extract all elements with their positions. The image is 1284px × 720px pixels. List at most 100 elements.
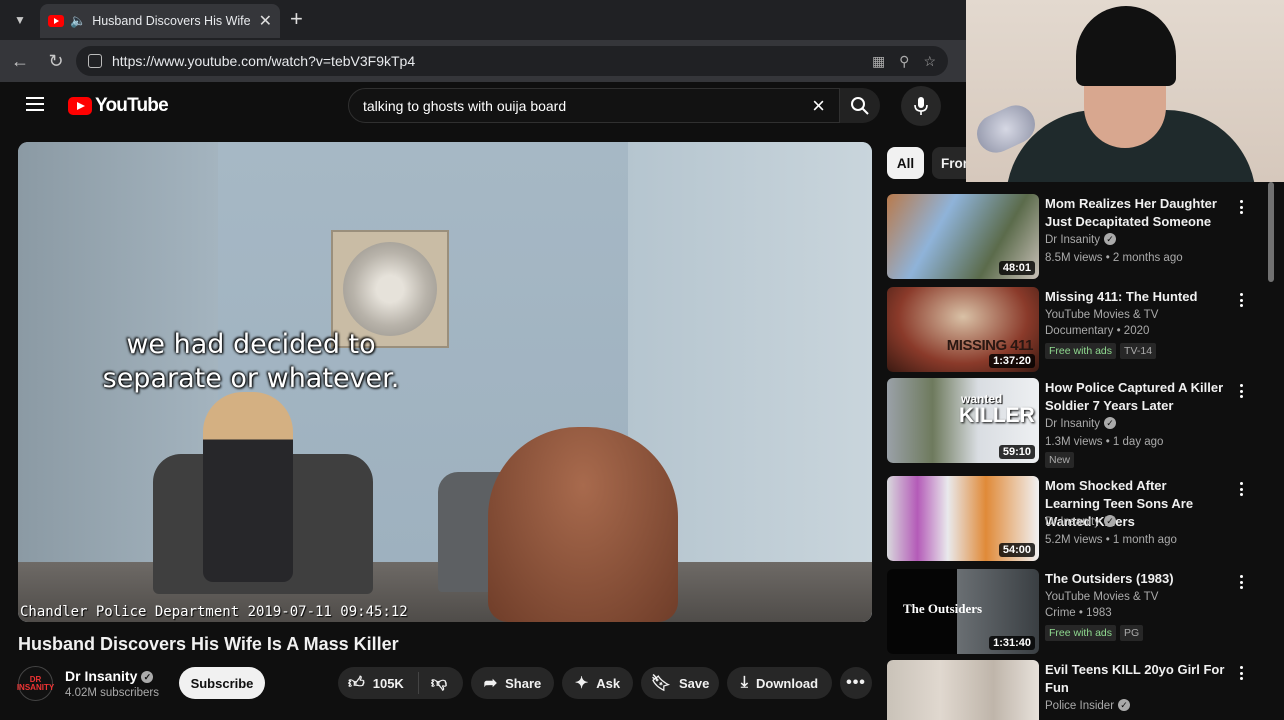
voice-search-button[interactable] (901, 86, 941, 126)
new-tab-plus-icon[interactable]: + (290, 8, 303, 30)
caption-line-1: we had decided to (126, 329, 376, 360)
recommendation-title[interactable]: Missing 411: The Hunted (1045, 288, 1225, 306)
speaker-audio-icon[interactable]: 🔈 (70, 13, 86, 29)
clear-search-icon[interactable]: × (812, 93, 825, 119)
url-text[interactable]: https://www.youtube.com/watch?v=tebV3F9k… (112, 53, 872, 69)
recommendation-channel[interactable]: Dr Insanity ✓ (1045, 231, 1245, 249)
recommendation-title[interactable]: Evil Teens KILL 20yo Girl For Fun (1045, 661, 1225, 697)
hamburger-menu-icon[interactable] (26, 97, 44, 111)
recommendation-item[interactable]: Evil Teens KILL 20yo Girl For Fun Police… (887, 660, 1267, 720)
tab-search-chevron-icon[interactable]: ▼ (8, 8, 32, 32)
bookmark-icon: 🔖︎ (650, 675, 671, 692)
recommendation-channel[interactable]: Dr Insanity ✓ (1045, 513, 1245, 531)
channel-name[interactable]: Dr Insanity ✓ (65, 668, 154, 684)
back-arrow-icon[interactable]: ← (8, 49, 32, 73)
recommendation-badges: Free with ads PG (1045, 624, 1245, 642)
recommendation-meta: 1.3M views • 1 day ago (1045, 436, 1164, 448)
thumbs-up-icon: 👍︎ (348, 674, 365, 692)
more-vertical-icon[interactable] (1233, 382, 1249, 400)
more-vertical-icon[interactable] (1233, 480, 1249, 498)
recommendation-title[interactable]: The Outsiders (1983) (1045, 570, 1225, 588)
download-icon: ⤓ (740, 674, 748, 691)
save-button[interactable]: 🔖︎ Save (641, 667, 719, 699)
microphone-icon (914, 97, 928, 115)
site-info-icon[interactable] (88, 54, 102, 68)
free-with-ads-badge: Free with ads (1045, 625, 1117, 641)
more-vertical-icon[interactable] (1233, 291, 1249, 309)
verified-check-icon: ✓ (1103, 515, 1116, 527)
video-duration: 1:31:40 (989, 636, 1035, 650)
reload-icon[interactable]: ↻ (44, 49, 68, 73)
video-duration: 48:01 (998, 261, 1035, 275)
recommendation-title[interactable]: How Police Captured A Killer Soldier 7 Y… (1045, 379, 1225, 415)
video-thumbnail[interactable]: The Outsiders 1:31:40 (887, 569, 1039, 654)
tab-close-icon[interactable]: ✕ (259, 11, 272, 31)
video-thumbnail[interactable]: wanted KILLER 59:10 (887, 378, 1039, 463)
video-thumbnail[interactable]: 54:00 (887, 476, 1039, 561)
recommendation-item[interactable]: 54:00 Mom Shocked After Learning Teen So… (887, 476, 1267, 562)
channel-name-text[interactable]: Dr Insanity (65, 668, 137, 684)
youtube-logo-text: YouTube (95, 95, 169, 116)
more-vertical-icon[interactable] (1233, 573, 1249, 591)
recommendation-item[interactable]: MISSING 411 1:37:20 Missing 411: The Hun… (887, 287, 1267, 373)
recommendation-meta: 8.5M views • 2 months ago (1045, 252, 1183, 264)
chip-all[interactable]: All (887, 147, 924, 179)
more-vertical-icon[interactable] (1233, 664, 1249, 682)
browser-tab-active[interactable]: 🔈 Husband Discovers His Wife Is ✕ (40, 4, 280, 38)
video-scene-woman (203, 392, 293, 582)
video-thumbnail[interactable]: 48:01 (887, 194, 1039, 279)
video-player[interactable]: we had decided to separate or whatever. … (18, 142, 872, 622)
thumbnail-text: The Outsiders (903, 601, 983, 616)
rating-badge: PG (1120, 625, 1144, 641)
bodycam-timestamp: Chandler Police Department 2019-07-11 09… (20, 604, 408, 620)
subscribe-button[interactable]: Subscribe (179, 667, 265, 699)
verified-check-icon: ✓ (1103, 417, 1116, 429)
recommendation-title[interactable]: Mom Realizes Her Daughter Just Decapitat… (1045, 195, 1225, 231)
channel-name-text[interactable]: Police Insider (1045, 700, 1114, 712)
webcam-overlay (966, 0, 1284, 182)
video-thumbnail[interactable] (887, 660, 1039, 720)
recommendation-badges: Free with ads TV-14 (1045, 342, 1245, 360)
address-bar[interactable]: https://www.youtube.com/watch?v=tebV3F9k… (76, 46, 948, 76)
free-with-ads-badge: Free with ads (1045, 343, 1117, 359)
download-button[interactable]: ⤓ Download (727, 667, 832, 699)
recommendation-channel[interactable]: Dr Insanity ✓ (1045, 415, 1245, 433)
verified-check-icon: ✓ (141, 671, 154, 683)
zoom-icon[interactable]: ⚲ (899, 53, 909, 70)
share-label: Share (505, 675, 542, 691)
search-query-text[interactable]: talking to ghosts with ouija board (363, 98, 812, 114)
search-button[interactable] (840, 88, 880, 123)
video-thumbnail[interactable]: MISSING 411 1:37:20 (887, 287, 1039, 372)
more-vertical-icon[interactable] (1233, 198, 1249, 216)
sidebar-scrollbar[interactable] (1268, 182, 1274, 282)
recommendation-channel[interactable]: Police Insider ✓ (1045, 697, 1245, 715)
like-button[interactable]: 👍︎ 105K (348, 674, 404, 693)
thumbs-down-icon[interactable]: 👎︎ (431, 674, 447, 693)
recommendation-meta: Documentary • 2020 (1045, 325, 1150, 337)
youtube-play-logo-icon (68, 97, 92, 115)
app-install-icon[interactable]: ▦ (872, 53, 885, 70)
channel-name-text[interactable]: Dr Insanity (1045, 516, 1100, 528)
thumbnail-text: MISSING 411 (946, 337, 1034, 354)
channel-avatar[interactable]: DR INSANITY (17, 666, 54, 701)
ask-button[interactable]: ✦ Ask (562, 667, 633, 699)
channel-name-text[interactable]: Dr Insanity (1045, 234, 1100, 246)
search-input[interactable]: talking to ghosts with ouija board × (348, 88, 840, 123)
recommendation-item[interactable]: The Outsiders 1:31:40 The Outsiders (198… (887, 569, 1267, 655)
youtube-logo[interactable]: YouTube (68, 95, 169, 117)
share-button[interactable]: ➦ Share (471, 667, 554, 699)
verified-check-icon: ✓ (1118, 699, 1131, 711)
recommendation-item[interactable]: wanted KILLER 59:10 How Police Captured … (887, 378, 1267, 468)
like-dislike-group: 👍︎ 105K 👎︎ (338, 667, 463, 699)
save-label: Save (678, 675, 710, 691)
video-scene-interviewer (488, 427, 678, 622)
more-actions-button[interactable]: ••• (840, 667, 872, 699)
bookmark-star-icon[interactable]: ☆ (923, 53, 936, 70)
webcam-person-beanie (1076, 6, 1176, 86)
rating-badge: TV-14 (1120, 343, 1157, 359)
tab-title: Husband Discovers His Wife Is (92, 14, 253, 28)
video-duration: 54:00 (998, 543, 1035, 557)
channel-name-text[interactable]: Dr Insanity (1045, 418, 1100, 430)
recommendation-badges: New (1045, 451, 1245, 469)
recommendation-item[interactable]: 48:01 Mom Realizes Her Daughter Just Dec… (887, 194, 1267, 280)
